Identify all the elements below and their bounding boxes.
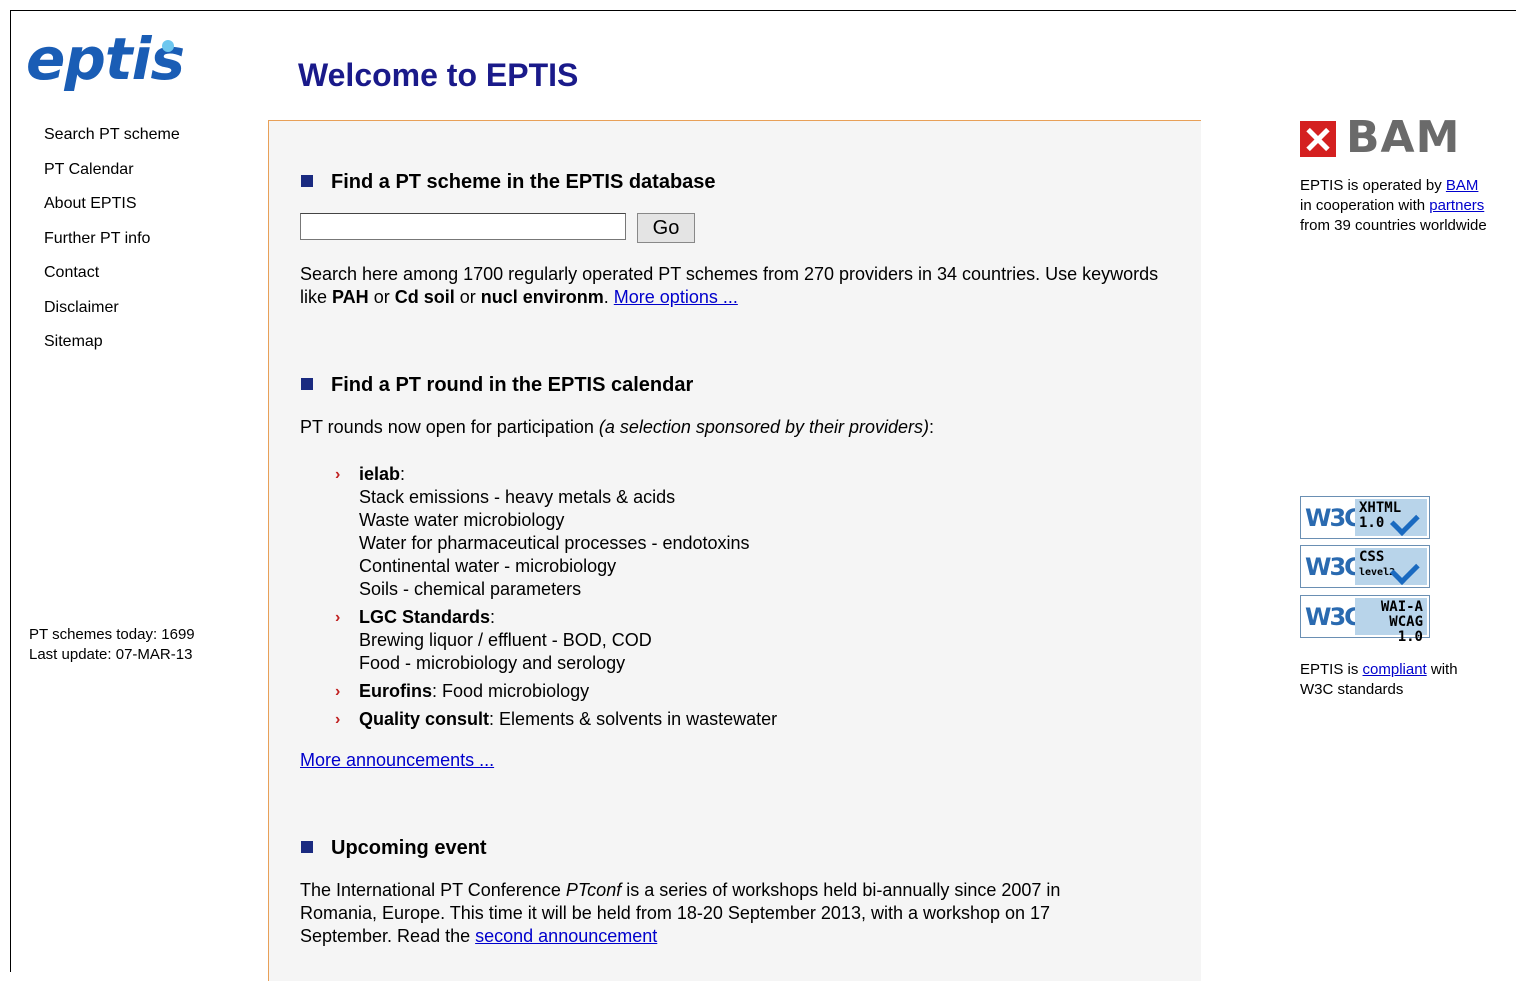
- compliance-line-2: W3C standards: [1300, 681, 1404, 698]
- period-text: .: [603, 287, 614, 307]
- w3c-logo-icon: W3C: [1305, 504, 1362, 532]
- chevron-right-icon: ›: [335, 609, 341, 626]
- calendar-heading-text: Find a PT round in the EPTIS calendar: [331, 374, 694, 396]
- search-input[interactable]: [300, 213, 626, 240]
- keyword-pah: PAH: [332, 287, 369, 307]
- left-navigation: Search PT scheme PT Calendar About EPTIS…: [44, 124, 180, 366]
- badge-label: WAI-A WCAG 1.0: [1355, 598, 1427, 645]
- chevron-right-icon: ›: [335, 711, 341, 728]
- operator-info: EPTIS is operated by BAM in cooperation …: [1300, 176, 1514, 236]
- calendar-intro-text: PT rounds now open for participation: [300, 417, 599, 437]
- site-stats: PT schemes today: 1699 Last update: 07-M…: [29, 625, 195, 665]
- page-title: Welcome to EPTIS: [298, 57, 579, 93]
- nav-further-pt-info[interactable]: Further PT info: [44, 228, 180, 263]
- compliant-link[interactable]: compliant: [1363, 661, 1427, 678]
- compliance-info: EPTIS is compliant with W3C standards: [1300, 660, 1514, 700]
- compliance-text-1: EPTIS is: [1300, 661, 1363, 678]
- event-description: The International PT Conference PTconf i…: [300, 879, 1130, 948]
- keyword-cd-soil: Cd soil: [394, 287, 455, 307]
- partners-link[interactable]: partners: [1429, 197, 1484, 214]
- event-ptconf: PTconf: [565, 880, 622, 900]
- more-announcements-paragraph: More announcements ...: [300, 749, 1170, 772]
- badge-line-1: WAI-A: [1380, 599, 1423, 615]
- provider-name[interactable]: Eurofins: [359, 681, 432, 701]
- w3c-wai-badge[interactable]: W3C WAI-A WCAG 1.0: [1300, 595, 1430, 645]
- search-description: Search here among 1700 regularly operate…: [300, 263, 1170, 309]
- calendar-intro-end: :: [929, 417, 935, 437]
- pt-schemes-today: PT schemes today: 1699: [29, 626, 195, 643]
- second-announcement-link[interactable]: second announcement: [475, 926, 657, 946]
- operator-line-2: in cooperation with partners: [1300, 196, 1514, 216]
- w3c-xhtml-badge[interactable]: W3C XHTML 1.0: [1300, 496, 1430, 539]
- search-section-heading: Find a PT scheme in the EPTIS database: [301, 169, 716, 195]
- provider-name[interactable]: Quality consult: [359, 709, 489, 729]
- compliance-line-1: EPTIS is compliant with: [1300, 660, 1514, 680]
- compliance-text-2: with: [1426, 661, 1458, 678]
- round-lgc-standards: › LGC Standards: Brewing liquor / efflue…: [335, 606, 1155, 675]
- section-bullet-square: [301, 841, 313, 853]
- event-text-1: The International PT Conference: [300, 880, 566, 900]
- main-content-panel: Find a PT scheme in the EPTIS database G…: [268, 120, 1201, 981]
- eptis-logo[interactable]: eptis: [26, 28, 206, 98]
- keyword-nucl-environm: nucl environm: [480, 287, 604, 307]
- provider-name[interactable]: LGC Standards: [359, 607, 490, 627]
- nav-contact[interactable]: Contact: [44, 262, 180, 297]
- round-ielab: › ielab: Stack emissions - heavy metals …: [335, 463, 1155, 601]
- chevron-right-icon: ›: [335, 683, 341, 700]
- bam-logo-text: BAM: [1346, 112, 1461, 163]
- round-item[interactable]: Elements & solvents in wastewater: [499, 709, 777, 729]
- round-item[interactable]: Food - microbiology and serology: [359, 652, 1155, 675]
- operator-line-3: from 39 countries worldwide: [1300, 217, 1487, 234]
- eptis-logo-dot: [162, 40, 174, 52]
- calendar-intro: PT rounds now open for participation (a …: [300, 416, 1170, 439]
- section-bullet-square: [301, 175, 313, 187]
- nav-sitemap[interactable]: Sitemap: [44, 331, 180, 366]
- page-frame-left-border: [10, 10, 11, 972]
- badge-line-2: WCAG 1.0: [1389, 614, 1423, 645]
- eptis-logo-text: eptis: [26, 25, 185, 93]
- w3c-css-badge[interactable]: W3C CSS level2: [1300, 545, 1430, 588]
- event-heading-text: Upcoming event: [331, 837, 487, 859]
- bam-logo[interactable]: BAM: [1300, 113, 1460, 163]
- provider-name[interactable]: ielab: [359, 464, 400, 484]
- calendar-intro-italic: (a selection sponsored by their provider…: [598, 417, 930, 437]
- operator-text-1: EPTIS is operated by: [1300, 177, 1446, 194]
- chevron-right-icon: ›: [335, 466, 341, 483]
- go-button[interactable]: Go: [637, 213, 695, 243]
- pt-rounds-list: › ielab: Stack emissions - heavy metals …: [335, 463, 1155, 736]
- event-section-heading: Upcoming event: [301, 835, 487, 861]
- last-update: Last update: 07-MAR-13: [29, 646, 193, 663]
- round-item[interactable]: Soils - chemical parameters: [359, 578, 1155, 601]
- operator-text-2: in cooperation with: [1300, 197, 1430, 214]
- w3c-logo-icon: W3C: [1305, 603, 1362, 631]
- round-eurofins: › Eurofins: Food microbiology: [335, 681, 590, 701]
- nav-about-eptis[interactable]: About EPTIS: [44, 193, 180, 228]
- round-item[interactable]: Continental water - microbiology: [359, 555, 1155, 578]
- bam-link[interactable]: BAM: [1446, 177, 1479, 194]
- operator-line-1: EPTIS is operated by BAM: [1300, 176, 1514, 196]
- round-item[interactable]: Water for pharmaceutical processes - end…: [359, 532, 1155, 555]
- round-item[interactable]: Waste water microbiology: [359, 509, 1155, 532]
- w3c-logo-icon: W3C: [1305, 553, 1362, 581]
- round-item[interactable]: Stack emissions - heavy metals & acids: [359, 486, 1155, 509]
- nav-pt-calendar[interactable]: PT Calendar: [44, 159, 180, 194]
- round-quality-consult: › Quality consult: Elements & solvents i…: [335, 709, 778, 729]
- or-text-1: or: [368, 287, 395, 307]
- round-item[interactable]: Food microbiology: [442, 681, 589, 701]
- or-text-2: or: [454, 287, 481, 307]
- bam-mark-icon: [1300, 121, 1336, 157]
- nav-search-pt-scheme[interactable]: Search PT scheme: [44, 124, 180, 159]
- section-bullet-square: [301, 378, 313, 390]
- more-announcements-link[interactable]: More announcements ...: [300, 750, 494, 770]
- calendar-section-heading: Find a PT round in the EPTIS calendar: [301, 372, 693, 398]
- nav-disclaimer[interactable]: Disclaimer: [44, 297, 180, 332]
- round-item[interactable]: Brewing liquor / effluent - BOD, COD: [359, 629, 1155, 652]
- more-options-link[interactable]: More options ...: [614, 287, 738, 307]
- search-heading-text: Find a PT scheme in the EPTIS database: [331, 171, 716, 193]
- page-frame-top-border: [10, 10, 1516, 11]
